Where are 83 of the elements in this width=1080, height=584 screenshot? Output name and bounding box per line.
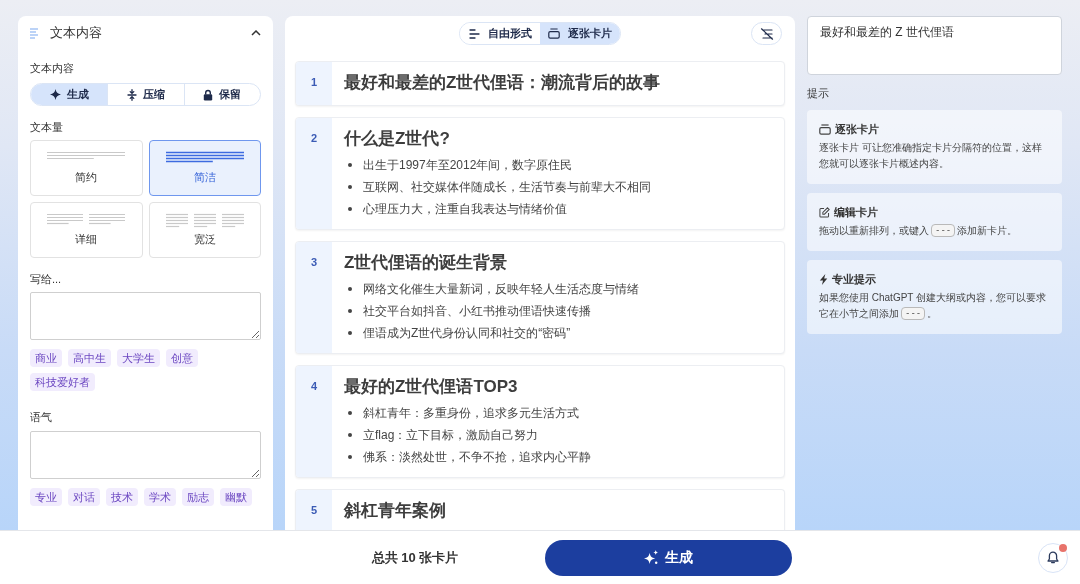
card-number: 5 [296,490,332,530]
audience-field[interactable] [30,292,261,340]
lock-icon [203,88,214,101]
tip-text: 如果您使用 ChatGPT 创建大纲或内容，您可以要求它在小节之间添加 --- 。 [819,291,1048,322]
card-title: 最好的Z世代俚语TOP3 [344,376,519,398]
field-label: 写给... [30,272,63,287]
text-lines-icon [47,151,126,160]
bullet-icon [348,455,352,459]
bullet-text: 俚语成为Z世代身份认同和社交的“密码” [363,324,571,342]
bullet-text: 佛系：淡然处世，不争不抢，追求内心平静 [363,448,591,466]
suggestion-chip[interactable]: 大学生 [117,349,160,367]
list-icon [30,27,40,39]
generate-button[interactable]: 生成 [545,539,792,576]
content-mode-option[interactable]: 压缩 [107,84,184,105]
text-amount-option[interactable]: 宽泛 [148,202,261,258]
bullet-icon [348,163,352,167]
suggestion-chip[interactable]: 专业 [30,488,62,506]
text-lines-icon [165,151,244,163]
text-lines-icon [47,213,126,225]
bullet-text: 心理压力大，注重自我表达与情绪价值 [363,200,567,218]
card-title: 最好和最差的Z世代俚语：潮流背后的故事 [344,72,661,94]
card-number: 1 [296,62,332,105]
sparkles-icon [644,550,659,565]
bullet-icon [348,411,352,415]
tip-text: 拖动以重新排列，或键入 --- 添加新卡片。 [819,223,1019,239]
suggestion-chip[interactable]: 励志 [182,488,214,506]
view-mode-tab[interactable]: 逐张卡片 [540,23,620,44]
suggestion-chip[interactable]: 创意 [166,349,198,367]
tone-field[interactable] [30,431,261,479]
card-title: Z世代俚语的诞生背景 [344,252,509,274]
field-label: 提示 [807,86,830,101]
suggestion-chip[interactable]: 学术 [144,488,176,506]
bullet-icon [348,433,352,437]
format-toggle-button[interactable] [751,22,782,45]
bullet-text: 网络文化催生大量新词，反映年轻人生活态度与情绪 [363,280,639,298]
notes-field[interactable]: 最好和最差的 Z 世代俚语 [807,16,1062,75]
suggestion-chip[interactable]: 科技爱好者 [30,373,95,391]
card-title: 斜杠青年案例 [344,500,446,522]
bell-icon [1047,551,1059,564]
text-amount-option[interactable]: 简洁 [148,140,261,196]
field-label: 文本内容 [30,61,75,76]
bullet-icon [348,185,352,189]
bullet-icon [348,309,352,313]
text-amount-option[interactable]: 详细 [30,202,143,258]
suggestion-chip[interactable]: 对话 [68,488,100,506]
sparkle-icon [49,89,61,100]
lightning-icon [819,273,828,285]
tip-text: 逐张卡片 可让您准确指定卡片分隔符的位置，这样您就可以逐张卡片概述内容。 [819,141,1043,171]
bullet-icon [348,287,352,291]
card-title: 什么是Z世代? [344,128,451,150]
tip-title: 编辑卡片 [834,205,878,220]
field-label: 语气 [30,410,53,425]
tip-title: 专业提示 [832,272,876,287]
text-lines-icon [165,213,244,228]
card-stack-icon [819,123,831,135]
edit-icon [819,206,830,218]
suggestion-chip[interactable]: 技术 [106,488,138,506]
bullet-text: 互联网、社交媒体伴随成长，生活节奏与前辈大不相同 [363,178,651,196]
chevron-up-icon[interactable] [251,30,261,36]
section-title: 文本内容 [50,24,103,42]
card-stack-icon [548,28,560,39]
bullet-text: 社交平台如抖音、小红书推动俚语快速传播 [363,302,591,320]
content-mode-option[interactable]: 生成 [31,84,108,105]
text-lines-icon [468,28,480,39]
card-count: 总共 10 张卡片 [371,548,459,567]
field-label: 文本量 [30,120,64,135]
suggestion-chip[interactable]: 幽默 [220,488,252,506]
slashed-lines-icon [759,27,774,40]
compress-icon [127,88,137,101]
notification-button[interactable] [1038,542,1068,573]
suggestion-chip[interactable]: 高中生 [68,349,111,367]
bullet-text: 斜杠青年：多重身份，追求多元生活方式 [363,404,579,422]
bullet-icon [348,331,352,335]
card-number: 4 [296,366,332,477]
bullet-text: 立flag：立下目标，激励自己努力 [363,426,539,444]
card-number: 2 [296,118,332,229]
content-mode-option[interactable]: 保留 [183,84,260,105]
tip-title: 逐张卡片 [835,122,879,137]
text-amount-option[interactable]: 简约 [30,140,143,196]
suggestion-chip[interactable]: 商业 [30,349,62,367]
bullet-text: 出生于1997年至2012年间，数字原住民 [363,156,573,174]
bullet-icon [348,207,352,211]
card-number: 3 [296,242,332,353]
